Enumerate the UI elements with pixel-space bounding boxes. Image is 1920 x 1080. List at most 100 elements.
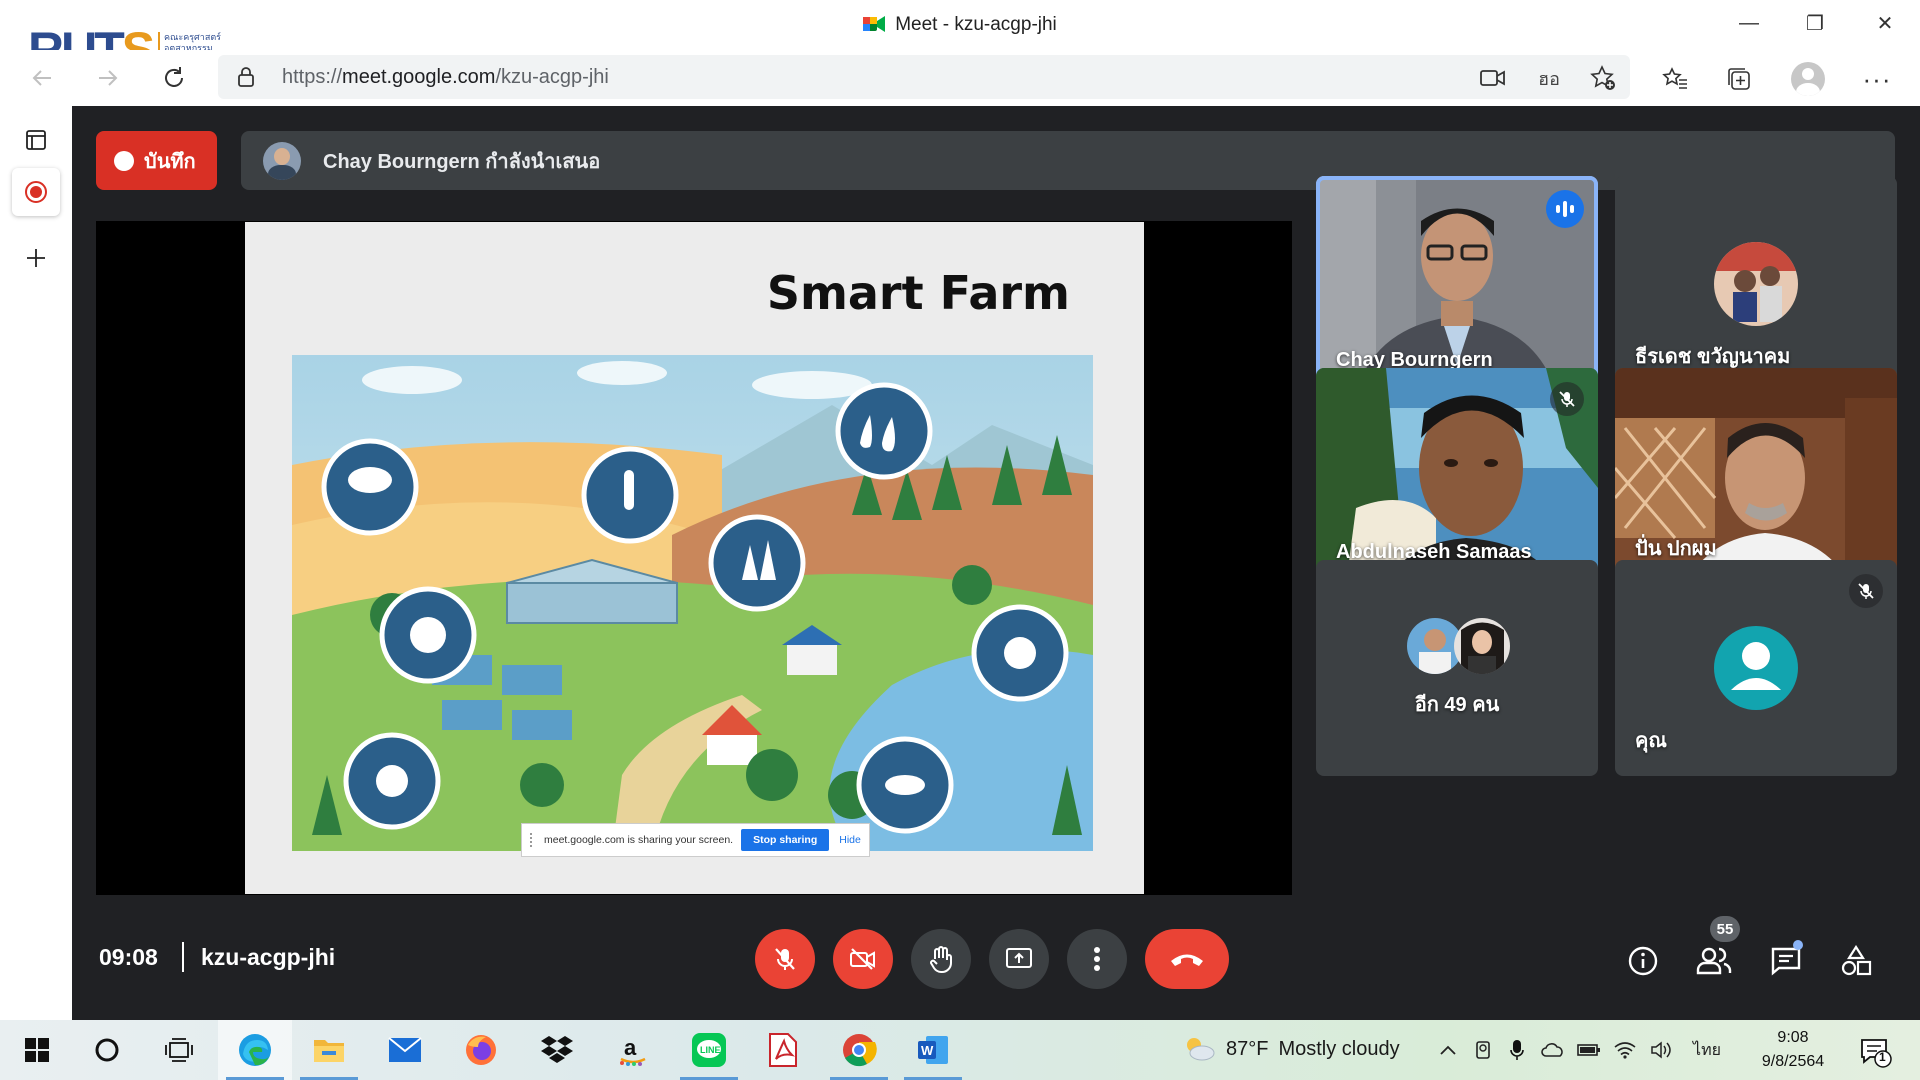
task-view-icon: [165, 1038, 193, 1062]
input-language-indicator[interactable]: ไทย: [1690, 1038, 1724, 1062]
close-button[interactable]: ✕: [1852, 6, 1918, 40]
microphone-toggle-button[interactable]: [755, 929, 815, 989]
weather-widget[interactable]: 87°F Mostly cloudy: [1182, 1036, 1400, 1062]
mic-off-icon: [1849, 574, 1883, 608]
taskbar-amazon[interactable]: a: [596, 1020, 670, 1080]
call-end-icon: [1171, 954, 1203, 966]
window-title: Meet - kzu-acgp-jhi: [0, 14, 1920, 36]
translate-icon[interactable]: ฮอ: [1534, 63, 1564, 93]
refresh-button[interactable]: [156, 60, 192, 96]
cloudy-weather-icon: [1187, 1038, 1215, 1061]
taskbar-chrome[interactable]: [822, 1020, 896, 1080]
participant-name: คุณ: [1635, 730, 1667, 752]
system-clock[interactable]: 9:08 9/8/2564: [1748, 1026, 1838, 1074]
slide-title: Smart Farm: [766, 266, 1070, 320]
chat-icon: [1771, 947, 1801, 976]
taskbar-mail[interactable]: [368, 1020, 442, 1080]
meeting-code[interactable]: kzu-acgp-jhi: [201, 944, 335, 971]
pdf-icon: [769, 1033, 797, 1067]
onedrive-icon[interactable]: [1541, 1038, 1565, 1062]
more-vert-icon: [1094, 947, 1100, 971]
forward-button[interactable]: [90, 60, 126, 96]
camera-in-use-icon[interactable]: [1478, 63, 1508, 93]
participant-tile[interactable]: Abdulnaseh Samaas: [1316, 368, 1598, 584]
presentation-stage[interactable]: Smart Farm meet.google.com is sharing yo…: [96, 221, 1292, 895]
windows-icon: [25, 1038, 49, 1062]
meet-main: บันทึก Chay Bourngern กำลังนำเสนอ Smart …: [72, 106, 1920, 1020]
hide-notice-button[interactable]: Hide: [839, 834, 861, 846]
google-meet-icon: [863, 16, 886, 32]
weather-temperature: 87°F: [1226, 1037, 1269, 1060]
tab-meet[interactable]: [12, 168, 60, 216]
mic-off-icon: [1550, 382, 1584, 416]
drag-handle-icon[interactable]: [530, 833, 536, 847]
unread-dot: [1793, 940, 1803, 950]
participant-tile[interactable]: ปั่น ปกผม: [1615, 368, 1897, 584]
firefox-icon: [466, 1035, 496, 1065]
meeting-time: 09:08: [99, 944, 158, 970]
add-favorite-icon[interactable]: [1588, 63, 1618, 93]
edge-icon: [239, 1034, 271, 1066]
lock-icon: [238, 67, 254, 87]
activities-button[interactable]: [1834, 939, 1878, 983]
speaking-indicator-icon: [1546, 190, 1584, 228]
others-tile[interactable]: อีก 49 คน: [1316, 560, 1598, 776]
start-button[interactable]: [0, 1020, 74, 1080]
notification-center-button[interactable]: 1: [1858, 1034, 1892, 1068]
participants-button[interactable]: [1692, 939, 1736, 983]
arrow-left-icon: [32, 70, 51, 86]
url-bar[interactable]: https://meet.google.com/kzu-acgp-jhi ฮอ: [218, 55, 1630, 99]
more-options-icon[interactable]: ···: [1860, 62, 1894, 96]
clock-time: 9:08: [1777, 1029, 1809, 1046]
taskbar-line[interactable]: LINE: [672, 1020, 746, 1080]
restore-button[interactable]: ❐: [1782, 6, 1848, 40]
favorites-icon[interactable]: [1658, 62, 1692, 96]
back-button[interactable]: [24, 60, 60, 96]
microphone-tray-icon[interactable]: [1505, 1038, 1529, 1062]
stop-sharing-button[interactable]: Stop sharing: [741, 829, 830, 851]
weather-description: Mostly cloudy: [1278, 1037, 1400, 1060]
participant-count-badge: 55: [1710, 916, 1740, 942]
more-options-button[interactable]: [1067, 929, 1127, 989]
present-screen-button[interactable]: [989, 929, 1049, 989]
info-icon: [1628, 946, 1658, 976]
meeting-details-button[interactable]: [1621, 939, 1665, 983]
taskbar-edge[interactable]: [218, 1020, 292, 1080]
tab-actions-button[interactable]: [12, 116, 60, 164]
profile-button[interactable]: [1791, 62, 1825, 96]
battery-icon[interactable]: [1577, 1038, 1601, 1062]
chrome-icon: [843, 1034, 877, 1067]
presenting-text: Chay Bourngern กำลังนำเสนอ: [323, 150, 601, 173]
wifi-icon[interactable]: [1613, 1038, 1637, 1062]
taskbar-file-explorer[interactable]: [292, 1020, 366, 1080]
search-button[interactable]: [70, 1020, 144, 1080]
raise-hand-button[interactable]: [911, 929, 971, 989]
recording-button[interactable]: บันทึก: [96, 131, 217, 190]
taskbar-word[interactable]: W: [896, 1020, 970, 1080]
participant-tile[interactable]: ธีรเดช ขวัญนาคม: [1615, 176, 1897, 392]
camera-toggle-button[interactable]: [833, 929, 893, 989]
notification-icon: [1861, 1039, 1892, 1068]
new-tab-button[interactable]: [12, 234, 60, 282]
taskbar-acrobat[interactable]: [746, 1020, 820, 1080]
camera-off-icon: [850, 948, 875, 970]
meet-camera-tray-icon[interactable]: [1472, 1038, 1496, 1062]
leave-call-button[interactable]: [1145, 929, 1229, 989]
share-notice-text: meet.google.com is sharing your screen.: [544, 834, 734, 846]
taskbar-firefox[interactable]: [444, 1020, 518, 1080]
dropbox-icon: [541, 1036, 573, 1063]
taskbar-dropbox[interactable]: [520, 1020, 594, 1080]
window-titlebar: RUTS คณะครุศาสตร์ อุตสาหกรรมและเทคโนโลยี…: [0, 0, 1920, 78]
task-view-button[interactable]: [142, 1020, 216, 1080]
volume-icon[interactable]: [1649, 1038, 1673, 1062]
url-text[interactable]: https://meet.google.com/kzu-acgp-jhi: [282, 66, 609, 89]
folder-icon: [314, 1040, 344, 1062]
show-hidden-icons-chevron-icon[interactable]: [1436, 1038, 1460, 1062]
svg-text:LINE: LINE: [700, 1045, 721, 1055]
vertical-tabs-strip: [0, 106, 72, 1020]
self-tile[interactable]: คุณ: [1615, 560, 1897, 776]
participant-tile[interactable]: Chay Bourngern: [1316, 176, 1598, 392]
collections-icon[interactable]: [1722, 62, 1756, 96]
others-count: อีก 49 คน: [1414, 694, 1500, 716]
minimize-button[interactable]: —: [1716, 6, 1782, 40]
